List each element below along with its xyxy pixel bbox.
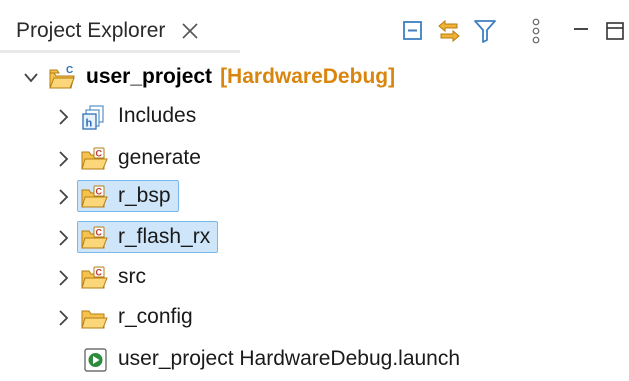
tree-item-label: r_config <box>118 305 193 328</box>
tab-project-explorer[interactable]: Project Explorer <box>16 14 201 48</box>
maximize-icon[interactable] <box>601 14 629 48</box>
chevron-right-icon[interactable] <box>52 185 74 209</box>
build-config-tag: [HardwareDebug] <box>220 65 396 88</box>
tree-item-r-bsp[interactable]: C r_bsp <box>0 179 629 215</box>
collapse-all-icon[interactable] <box>398 14 428 48</box>
includes-icon: h <box>80 103 108 131</box>
c-project-folder-icon: C <box>48 64 76 92</box>
tree-item-label: r_flash_rx <box>118 225 211 248</box>
tree-item-label: generate <box>118 146 201 169</box>
filter-icon[interactable] <box>470 14 500 48</box>
tree-item-r-config[interactable]: r_config <box>0 300 629 336</box>
svg-text:h: h <box>86 118 93 130</box>
chevron-right-icon[interactable] <box>52 105 74 129</box>
tree-item-src[interactable]: C src <box>0 260 629 296</box>
chevron-right-icon[interactable] <box>52 226 74 250</box>
tab-title: Project Explorer <box>16 19 166 42</box>
tree-item-label: Includes <box>118 104 197 127</box>
tree-item-label: src <box>118 265 146 288</box>
tree-item-label: user_project HardwareDebug.launch <box>118 347 461 370</box>
view-tab-bar: Project Explorer <box>0 0 629 54</box>
svg-text:C: C <box>96 149 103 159</box>
tree-item-includes[interactable]: h Includes <box>0 99 629 135</box>
launch-config-icon <box>82 346 110 374</box>
tree-item-r-flash-rx[interactable]: C r_flash_rx <box>0 220 629 256</box>
close-icon[interactable] <box>179 20 201 42</box>
tree-item-project[interactable]: C user_project [HardwareDebug] <box>0 60 629 96</box>
minimize-icon[interactable] <box>566 14 596 48</box>
source-folder-icon: C <box>80 183 108 211</box>
chevron-right-icon[interactable] <box>52 266 74 290</box>
tab-underline <box>0 50 240 53</box>
link-with-editor-icon[interactable] <box>434 14 464 48</box>
tree-item-launch-file[interactable]: user_project HardwareDebug.launch <box>0 342 629 378</box>
folder-icon <box>80 304 108 332</box>
chevron-down-icon[interactable] <box>20 66 42 90</box>
project-name: user_project <box>86 65 213 88</box>
svg-text:C: C <box>96 187 103 197</box>
kebab-menu-icon[interactable] <box>521 14 551 48</box>
source-folder-icon: C <box>80 145 108 173</box>
svg-text:C: C <box>66 65 73 76</box>
chevron-right-icon[interactable] <box>52 306 74 330</box>
svg-text:C: C <box>96 228 103 238</box>
tree-item-generate[interactable]: C generate <box>0 141 629 177</box>
svg-text:C: C <box>96 268 103 278</box>
source-folder-icon: C <box>80 224 108 252</box>
source-folder-icon: C <box>80 264 108 292</box>
chevron-right-icon[interactable] <box>52 147 74 171</box>
tree-item-label: r_bsp <box>118 184 171 207</box>
